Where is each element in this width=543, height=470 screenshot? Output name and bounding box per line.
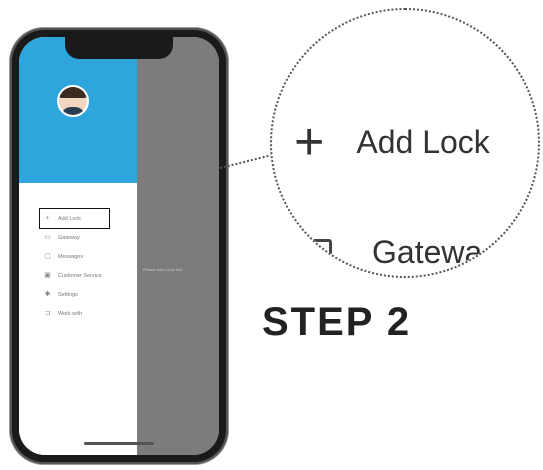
home-indicator: [84, 442, 154, 445]
plus-icon: +: [45, 215, 50, 222]
avatar-hair: [59, 87, 87, 98]
zoom-callout: + Add Lock Gatewa: [270, 8, 540, 278]
zoom-add-lock-row: + Add Lock: [294, 116, 490, 168]
menu-item-settings[interactable]: ✱ Settings: [43, 285, 133, 304]
gateway-icon: ▭: [44, 234, 51, 241]
zoom-add-lock-label: Add Lock: [356, 123, 490, 160]
menu-item-label: Customer Service: [58, 272, 102, 279]
menu-item-work-with[interactable]: ⊐ Work with: [43, 304, 133, 323]
avatar-shirt: [61, 107, 85, 115]
zoom-gateway-row: Gatewa: [302, 234, 482, 271]
service-icon: ▣: [44, 272, 51, 279]
message-icon: ▢: [44, 253, 51, 260]
menu-item-label: Add Lock: [58, 215, 81, 222]
menu-item-add-lock[interactable]: + Add Lock: [39, 208, 110, 229]
menu-item-gateway[interactable]: ▭ Gateway: [43, 228, 133, 247]
plus-icon: +: [294, 113, 325, 171]
dim-overlay[interactable]: [137, 37, 219, 455]
gear-icon: ✱: [44, 291, 51, 298]
menu-item-label: Settings: [58, 291, 78, 298]
overlay-message: Please add a lock first: [143, 267, 183, 272]
phone-notch: [65, 37, 173, 59]
menu-item-label: Messages: [58, 253, 84, 260]
menu-item-customer-service[interactable]: ▣ Customer Service: [43, 266, 133, 285]
gateway-icon: [302, 238, 332, 267]
step-label: STEP 2: [262, 300, 412, 344]
navigation-drawer: + Add Lock ▭ Gateway ▢ Messages ▣ Custom…: [19, 37, 137, 455]
menu-item-label: Gateway: [58, 234, 80, 241]
phone-mockup: Please add a lock first + Add Lock ▭ Gat…: [10, 28, 228, 464]
zoom-gateway-label: Gatewa: [372, 234, 483, 270]
link-icon: ⊐: [44, 310, 51, 317]
phone-screen: Please add a lock first + Add Lock ▭ Gat…: [19, 37, 219, 455]
menu-item-messages[interactable]: ▢ Messages: [43, 247, 133, 266]
avatar[interactable]: [57, 85, 89, 117]
drawer-menu: + Add Lock ▭ Gateway ▢ Messages ▣ Custom…: [39, 208, 133, 323]
menu-item-label: Work with: [58, 310, 83, 317]
